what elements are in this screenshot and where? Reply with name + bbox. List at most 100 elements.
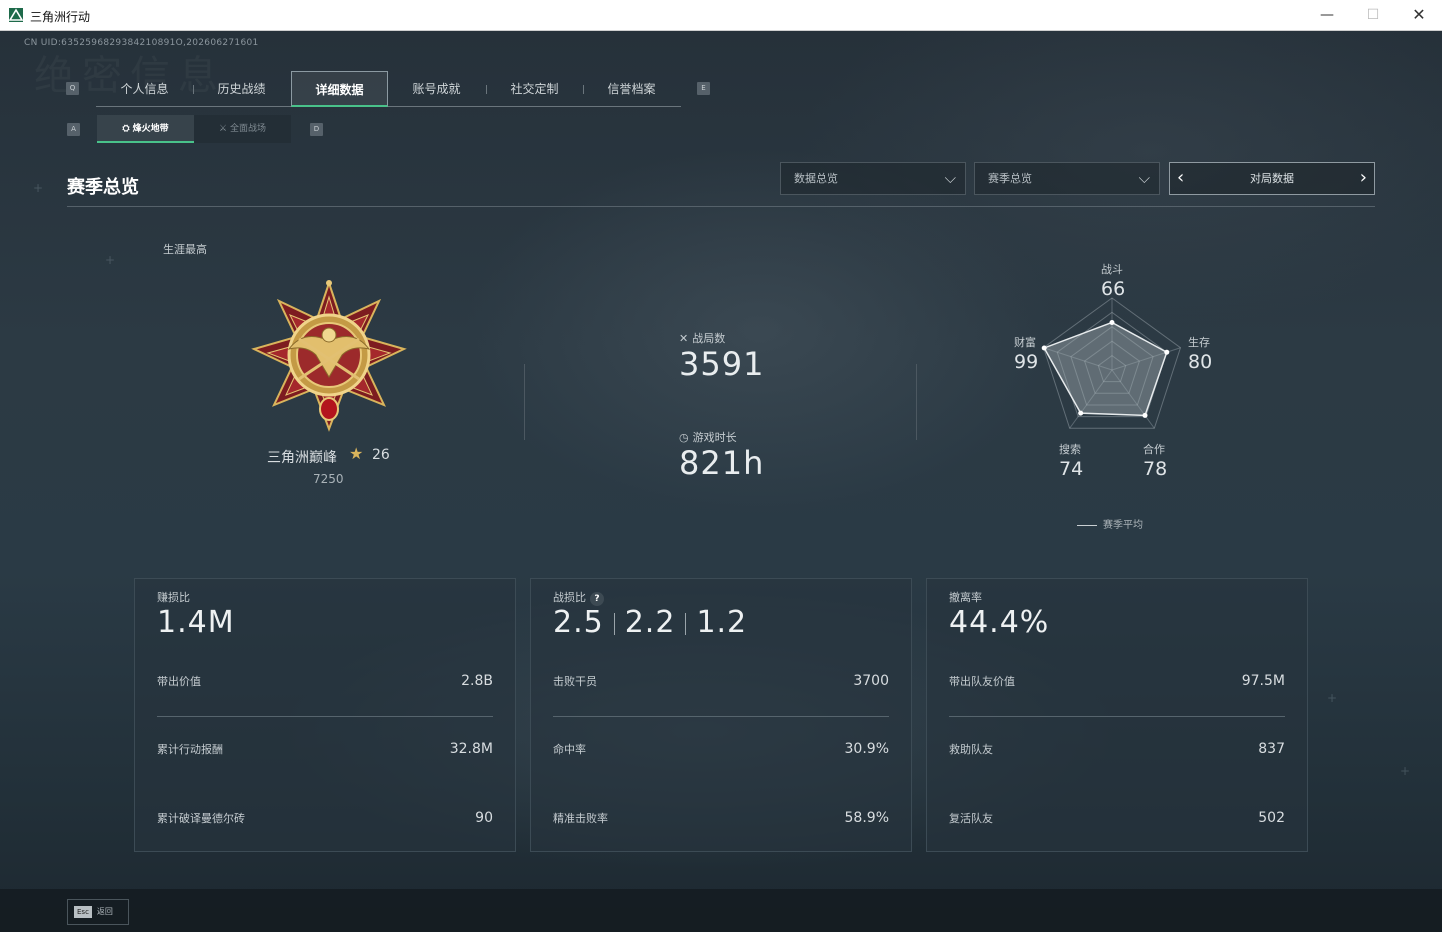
extraction-card: 撤离率 44.4% 带出队友价值 97.5M 救助队友 837 复活队友 502 (926, 578, 1308, 852)
matches-label-text: 战局数 (692, 332, 726, 345)
help-icon[interactable]: ? (590, 592, 604, 606)
chevron-down-icon: ⌵ (944, 169, 956, 187)
row-label: 精准击败率 (553, 812, 608, 825)
profit-card: 赚损比 1.4M 带出价值 2.8B 累计行动报酬 32.8M 累计破译曼德尔砖… (134, 578, 516, 852)
card-title: 战损比? (553, 589, 604, 606)
back-label: 返回 (96, 907, 113, 916)
kd-value: 1.2 (696, 605, 748, 640)
card-title-text: 战损比 (553, 591, 586, 604)
kd-card: 战损比? 2.5 2.2 1.2 击败干员 3700 命中率 30.9% 精准击败率… (530, 578, 912, 852)
extraction-icon: ⛭ (122, 124, 133, 134)
kd-value: 2.5 (553, 605, 604, 640)
radar-axis-survival-value: 80 (1188, 351, 1213, 373)
game-viewport: 绝密信息 CN UID:6352596829384210891O,2026062… (0, 31, 1442, 932)
value-separator (685, 612, 687, 635)
warfare-icon: ⚔ (219, 124, 230, 134)
mode-tab-bar: ⛭ 烽火地带 ⚔ 全面战场 (97, 115, 292, 143)
radar-axis-teamwork-label: 合作 (1143, 443, 1165, 456)
radar-point (1041, 345, 1047, 351)
radar-point (1109, 319, 1115, 325)
card-title: 赚损比 (157, 591, 190, 604)
subtab-warfare-label: 全面战场 (229, 124, 266, 134)
radar-series-area (1043, 321, 1168, 417)
bottom-bar: Esc 返回 (0, 889, 1442, 932)
subtab-extraction[interactable]: ⛭ 烽火地带 (97, 115, 194, 143)
season-dropdown-label: 赛季总览 (988, 172, 1032, 185)
row-value: 58.9% (844, 810, 889, 826)
card-value: 1.4M (157, 605, 235, 640)
tab-history[interactable]: 历史战绩 (193, 71, 290, 107)
matches-label: ✕ 战局数 (679, 330, 725, 346)
card-divider (157, 716, 493, 717)
chevron-right-icon[interactable]: › (1360, 163, 1367, 193)
card-title: 撤离率 (949, 591, 982, 604)
tab-credit[interactable]: 信誉档案 (583, 71, 680, 107)
match-data-pager: ‹ 对局数据 › (1169, 162, 1375, 195)
next-tab-key-hint: E (697, 82, 710, 95)
row-value: 837 (1258, 741, 1285, 757)
next-subtab-key-hint: D (310, 123, 323, 136)
tab-achievements[interactable]: 账号成就 (388, 71, 485, 107)
radar-point (1164, 349, 1170, 355)
career-best-label: 生涯最高 (163, 243, 207, 256)
radar-point (1142, 412, 1148, 418)
radar-legend: 赛季平均 (1077, 516, 1143, 531)
radar-axis-search-value: 74 (1059, 458, 1084, 480)
data-overview-dropdown-label: 数据总览 (794, 172, 838, 185)
deco-cross-icon: + (33, 181, 44, 195)
back-button[interactable]: Esc 返回 (67, 899, 129, 925)
minimize-button[interactable]: — (1304, 0, 1350, 30)
playtime-label-text: 游戏时长 (692, 431, 737, 444)
legend-line-icon (1077, 524, 1097, 526)
deco-cross-icon: + (1327, 691, 1338, 705)
radar-axis-wealth-label: 财富 (1014, 336, 1036, 349)
section-title: 赛季总览 (67, 177, 139, 198)
radar-point (1078, 410, 1084, 416)
deco-cross-icon: + (1400, 764, 1411, 778)
close-button[interactable]: ✕ (1396, 0, 1442, 30)
radar-axis-combat-label: 战斗 (1101, 263, 1123, 276)
row-value: 30.9% (844, 741, 889, 757)
radar-axis-combat-value: 66 (1101, 278, 1126, 300)
pager-label: 对局数据 (1250, 172, 1294, 185)
row-label: 击败干员 (553, 675, 597, 688)
divider (524, 364, 525, 440)
row-value: 90 (475, 810, 493, 826)
card-value-group: 2.5 2.2 1.2 (553, 605, 747, 640)
radar-legend-label: 赛季平均 (1103, 520, 1143, 531)
matches-value: 3591 (679, 345, 765, 383)
window-title: 三角洲行动 (30, 10, 91, 24)
tab-social[interactable]: 社交定制 (486, 71, 583, 107)
star-icon: ★ (349, 444, 364, 463)
tab-profile[interactable]: 个人信息 (96, 71, 193, 107)
row-label: 命中率 (553, 743, 586, 756)
deco-cross-icon: + (105, 253, 116, 267)
subtab-warfare[interactable]: ⚔ 全面战场 (194, 115, 291, 143)
row-value: 502 (1258, 810, 1285, 826)
radar-axis-teamwork-value: 78 (1143, 458, 1168, 480)
card-divider (553, 716, 889, 717)
rank-medal-icon (244, 279, 414, 444)
rank-stars: 26 (372, 447, 390, 463)
season-dropdown[interactable]: 赛季总览 ⌵ (974, 162, 1160, 195)
section-divider (67, 206, 1375, 207)
row-value: 97.5M (1241, 673, 1285, 689)
maximize-button[interactable]: ☐ (1350, 0, 1396, 30)
tab-detailed-data[interactable]: 详细数据 (291, 71, 388, 107)
chevron-left-icon[interactable]: ‹ (1177, 163, 1184, 193)
radar-axis-wealth-value: 99 (1014, 351, 1039, 373)
player-uid: CN UID:6352596829384210891O,202606271601 (24, 38, 259, 48)
chevron-down-icon: ⌵ (1138, 169, 1150, 187)
card-divider (949, 716, 1285, 717)
playtime-label: ◷ 游戏时长 (679, 429, 737, 445)
playtime-value: 821h (679, 444, 765, 482)
value-separator (613, 612, 615, 635)
row-label: 救助队友 (949, 743, 993, 756)
main-tab-bar: 个人信息 历史战绩 详细数据 账号成就 社交定制 信誉档案 (96, 71, 681, 107)
data-overview-dropdown[interactable]: 数据总览 ⌵ (780, 162, 966, 195)
card-value: 44.4% (949, 605, 1050, 640)
radar-axis-search-label: 搜索 (1059, 443, 1081, 456)
prev-subtab-key-hint: A (67, 123, 80, 136)
row-label: 累计行动报酬 (157, 743, 223, 756)
rank-score: 7250 (313, 472, 344, 486)
